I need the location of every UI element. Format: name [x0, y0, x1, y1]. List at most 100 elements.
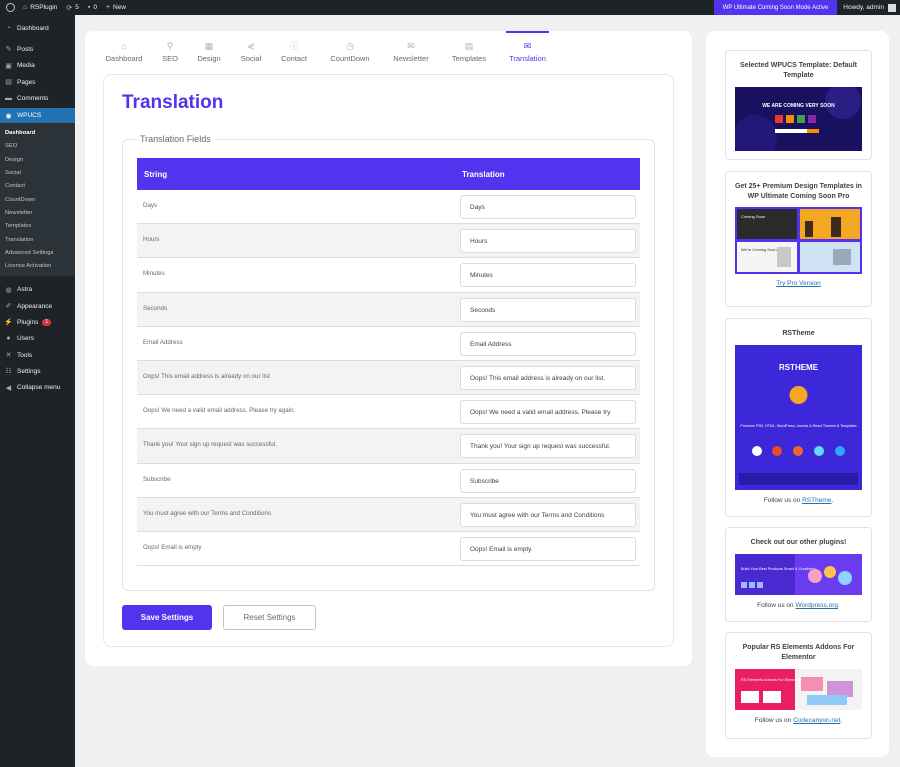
tab-social[interactable]: ⋞ Social — [235, 31, 267, 67]
wpucs-submenu: Dashboard SEO Design Social Contact Coun… — [0, 123, 75, 276]
comment-icon: ▪ — [87, 4, 91, 11]
string-label: Oops! Email is empty — [143, 543, 202, 551]
table-row: You must agree with our Terms and Condit… — [137, 497, 640, 532]
submenu-contact[interactable]: Contact — [0, 180, 75, 193]
string-label: Subscribe — [143, 475, 171, 483]
pin-icon: ✎ — [5, 46, 12, 54]
translation-input-signup-success[interactable]: Thank you! Your sign up request was succ… — [460, 434, 636, 459]
comments-link[interactable]: ▪ 0 — [88, 4, 97, 11]
translation-input-valid-email[interactable]: Oops! We need a valid email address. Ple… — [460, 400, 636, 425]
new-content-link[interactable]: + New — [106, 4, 126, 11]
table-header: String Translation — [137, 158, 640, 190]
reset-settings-button[interactable]: Reset Settings — [223, 605, 316, 630]
submenu-seo[interactable]: SEO — [0, 140, 75, 153]
translation-input-already-on-list[interactable]: Oops! This email address is already on o… — [460, 365, 636, 390]
submenu-dashboard[interactable]: Dashboard — [0, 126, 75, 139]
string-label: Days — [143, 202, 158, 209]
promo-sidebar: Selected WPUCS Template: Default Templat… — [706, 31, 889, 757]
submenu-translation[interactable]: Translation — [0, 233, 75, 246]
wordpress-org-link[interactable]: Wordpress.org — [795, 602, 838, 609]
menu-item-collapse[interactable]: ◀ Collapse menu — [0, 380, 75, 396]
tab-translation[interactable]: ✉ Translation — [506, 31, 549, 67]
tab-countdown[interactable]: ◷ CountDown — [324, 31, 376, 67]
submenu-design[interactable]: Design — [0, 153, 75, 166]
rstheme-banner-image[interactable]: RSTHEME Premium PSD, HTML, WordPress, Jo… — [735, 345, 862, 490]
table-row: Subscribe Subscribe — [137, 464, 640, 498]
tab-newsletter[interactable]: ✉ Newsletter — [387, 31, 435, 67]
follow-text: Follow us on — [763, 497, 801, 504]
menu-item-wpucs[interactable]: ◉ WPUCS — [0, 108, 75, 124]
pro-templates-preview-image[interactable]: Coming Soon We're Coming Soon — [735, 207, 862, 274]
menu-item-appearance[interactable]: ✐ Appearance — [0, 298, 75, 314]
wordpress-logo-icon[interactable] — [3, 0, 18, 15]
translation-input-seconds[interactable]: Seconds — [460, 297, 636, 322]
astra-icon: ◍ — [5, 286, 12, 294]
tab-design[interactable]: ▦ Design — [191, 31, 227, 67]
try-pro-link[interactable]: Try Pro Version — [776, 280, 821, 287]
fieldset-legend: Translation Fields — [135, 134, 216, 144]
string-label: Seconds — [143, 304, 168, 312]
template-preview-image[interactable]: WE ARE COMING VERY SOON — [735, 87, 862, 151]
wpucs-icon: ◉ — [5, 112, 12, 120]
translation-input-subscribe[interactable]: Subscribe — [460, 468, 636, 493]
menu-item-posts[interactable]: ✎ Posts — [0, 41, 75, 57]
submenu-advanced-settings[interactable]: Advanced Settings — [0, 246, 75, 259]
submenu-countdown[interactable]: CountDown — [0, 193, 75, 206]
codecanyon-link[interactable]: Codecanyon.net — [793, 717, 840, 724]
widget-title: Selected WPUCS Template: Default Templat… — [740, 62, 857, 79]
rs-elements-banner-image[interactable]: RS Elements Addons For Elementor — [735, 669, 862, 710]
translation-input-email-empty[interactable]: Oops! Email is empty. — [460, 536, 636, 561]
tab-seo[interactable]: ⚲ SEO — [159, 31, 181, 67]
plugins-update-badge: 1 — [42, 318, 52, 326]
submenu-social[interactable]: Social — [0, 166, 75, 179]
tab-dashboard[interactable]: ⌂ Dashboard — [103, 31, 145, 67]
menu-item-media[interactable]: ▣ Media — [0, 58, 75, 74]
submenu-newsletter[interactable]: Newsletter — [0, 206, 75, 219]
translation-input-terms[interactable]: You must agree with our Terms and Condit… — [460, 502, 636, 527]
table-row: Email Address Email Address — [137, 327, 640, 361]
table-row: Minutes Minutes — [137, 258, 640, 293]
other-plugins-widget: Check out our other plugins! Build Your … — [725, 527, 872, 622]
user-icon: ● — [6, 335, 11, 343]
updates-link[interactable]: ⟳ 5 — [66, 4, 79, 12]
menu-item-users[interactable]: ● Users — [0, 331, 75, 347]
menu-item-plugins[interactable]: ⚡ Plugins 1 — [0, 314, 75, 330]
translation-fieldset: Translation Fields String Translation Da… — [122, 134, 655, 591]
table-row: Seconds Seconds — [137, 292, 640, 327]
submenu-templates[interactable]: Templates — [0, 220, 75, 233]
string-label: Thank you! Your sign up request was succ… — [143, 441, 277, 449]
settings-icon: ☷ — [5, 368, 12, 376]
menu-item-comments[interactable]: ▬ Comments — [0, 90, 75, 106]
translation-input-days[interactable]: Days — [460, 195, 636, 219]
refresh-icon: ⟳ — [66, 4, 73, 12]
menu-item-dashboard[interactable]: ◔ Dashboard — [0, 20, 75, 36]
string-label: Hours — [143, 236, 160, 244]
account-menu[interactable]: Howdy, admin — [837, 3, 900, 12]
menu-item-astra[interactable]: ◍ Astra — [0, 282, 75, 298]
comments-icon: ▬ — [5, 94, 12, 102]
coming-soon-notice[interactable]: WP Ultimate Coming Soon Mode Active — [713, 0, 838, 15]
other-plugins-banner-image[interactable]: Build Your Best Products Smart & Creativ… — [735, 554, 862, 595]
tab-templates[interactable]: ▤ Templates — [445, 31, 493, 67]
menu-item-settings[interactable]: ☷ Settings — [0, 363, 75, 379]
rstheme-widget: RSTheme RSTHEME Premium PSD, HTML, WordP… — [725, 318, 872, 517]
clock-icon: ◷ — [346, 41, 354, 51]
home-icon: ⌂ — [121, 41, 127, 51]
tab-contact[interactable]: ⓘ Contact — [275, 31, 313, 67]
submenu-license-activation[interactable]: License Activation — [0, 259, 75, 272]
translation-input-minutes[interactable]: Minutes — [460, 263, 636, 288]
settings-tabs: ⌂ Dashboard ⚲ SEO ▦ Design ⋞ Social ⓘ Contact… — [85, 31, 692, 67]
site-name-link[interactable]: ⌂ RSPlugin — [23, 4, 57, 11]
menu-item-tools[interactable]: ✕ Tools — [0, 347, 75, 363]
translation-input-hours[interactable]: Hours — [460, 229, 636, 254]
menu-item-pages[interactable]: ▤ Pages — [0, 74, 75, 90]
design-icon: ▦ — [204, 41, 214, 51]
rs-elements-banner-text: RS Elements Addons For Elementor — [741, 678, 803, 682]
info-icon: ⓘ — [289, 41, 299, 51]
translation-input-email-address[interactable]: Email Address — [460, 331, 636, 356]
rstheme-link[interactable]: RSTheme — [802, 497, 831, 504]
table-row: Hours Hours — [137, 224, 640, 259]
save-settings-button[interactable]: Save Settings — [122, 605, 212, 630]
templates-icon: ▤ — [464, 41, 474, 51]
admin-bar: ⌂ RSPlugin ⟳ 5 ▪ 0 + New WP Ultimate Coming … — [0, 0, 900, 15]
